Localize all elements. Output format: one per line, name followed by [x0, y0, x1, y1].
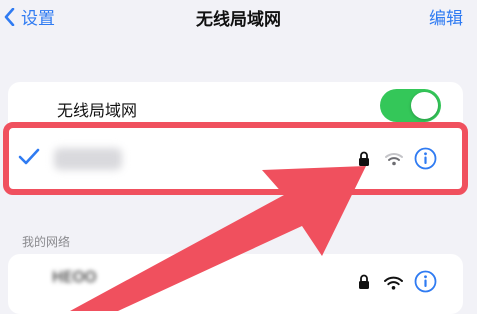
- toggle-knob: [411, 92, 438, 119]
- network-name[interactable]: HEOO: [52, 268, 96, 286]
- info-icon[interactable]: [414, 270, 437, 297]
- wifi-toggle[interactable]: [380, 89, 441, 122]
- my-networks-header: 我的网络: [22, 235, 71, 249]
- lock-icon: [358, 274, 370, 293]
- wifi-toggle-label: 无线局域网: [57, 101, 138, 120]
- wifi-icon: [384, 275, 403, 294]
- page-title: 无线局域网: [196, 10, 281, 30]
- navigation-bar: 设置 无线局域网 编辑: [0, 0, 477, 36]
- edit-button[interactable]: 编辑: [429, 4, 463, 29]
- annotation-highlight-box: [3, 122, 468, 195]
